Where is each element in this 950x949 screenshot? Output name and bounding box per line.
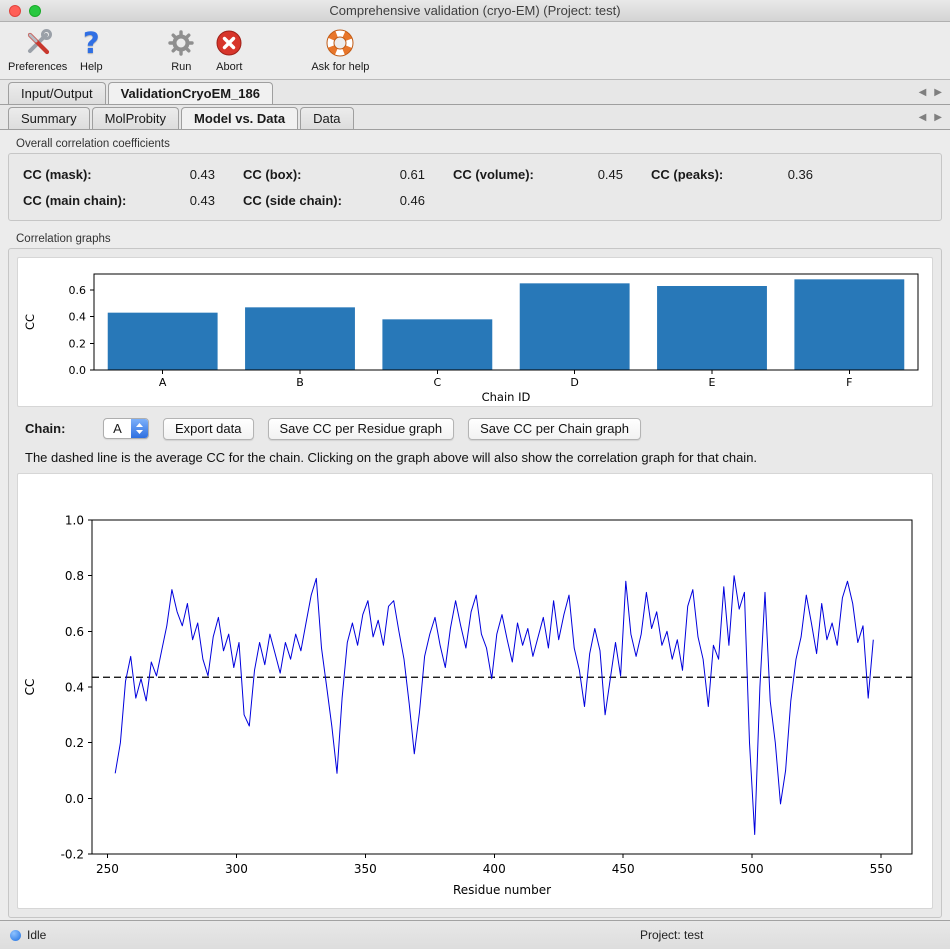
cc-per-residue-chart: 250 300 350 400 450 500 550 -0.2 0.0 0.2 0.4 0.6 0.8… [18, 474, 932, 908]
svg-text:0.6: 0.6 [65, 625, 84, 639]
tab-scroll-left-icon[interactable]: ◀ [919, 112, 927, 123]
cc-box-value: 0.61 [379, 167, 425, 182]
cc-side-chain-label: CC (side chain): [243, 193, 351, 208]
svg-text:550: 550 [870, 862, 893, 876]
chart-help-text: The dashed line is the average CC for th… [25, 450, 933, 465]
svg-text:F: F [846, 376, 852, 389]
svg-text:0.0: 0.0 [65, 792, 84, 806]
lifebuoy-icon [325, 26, 355, 60]
svg-text:CC: CC [23, 314, 37, 330]
svg-text:CC: CC [23, 679, 37, 696]
save-cc-per-chain-button[interactable]: Save CC per Chain graph [468, 418, 641, 440]
svg-text:0.8: 0.8 [65, 569, 84, 583]
traffic-lights [9, 5, 41, 17]
gear-icon [166, 26, 196, 60]
zoom-button[interactable] [29, 5, 41, 17]
toolbar-item-label: Preferences [8, 61, 67, 73]
cc-mask-label: CC (mask): [23, 167, 141, 182]
ask-for-help-button[interactable]: Ask for help [311, 26, 369, 73]
status-text: Idle [27, 928, 46, 942]
help-button[interactable]: ? Help [67, 26, 115, 73]
svg-text:0.6: 0.6 [69, 284, 87, 297]
overall-cc-section-label: Overall correlation coefficients [16, 138, 942, 150]
abort-icon [214, 26, 244, 60]
cc-per-chain-panel[interactable]: 0.0 0.2 0.4 0.6 A B C D E F Chain ID CC [17, 257, 933, 407]
main-content: Overall correlation coefficients CC (mas… [0, 130, 950, 920]
chain-label: Chain: [25, 421, 89, 436]
svg-text:-0.2: -0.2 [61, 848, 84, 862]
svg-text:0.4: 0.4 [65, 681, 84, 695]
svg-text:E: E [709, 376, 716, 389]
close-button[interactable] [9, 5, 21, 17]
tab-validationcryoem-186[interactable]: ValidationCryoEM_186 [108, 82, 273, 104]
tab-molprobity[interactable]: MolProbity [92, 107, 179, 129]
correlation-graphs-section-label: Correlation graphs [16, 233, 942, 245]
tab-scroll-left-icon[interactable]: ◀ [919, 87, 927, 98]
chain-controls-row: Chain: A Export data Save CC per Residue… [25, 417, 933, 440]
save-cc-per-residue-button[interactable]: Save CC per Residue graph [268, 418, 455, 440]
svg-text:0.2: 0.2 [65, 736, 84, 750]
svg-text:0.2: 0.2 [69, 337, 87, 350]
window-title: Comprehensive validation (cryo-EM) (Proj… [0, 0, 950, 21]
project-label: Project: test [640, 928, 703, 942]
svg-text:350: 350 [354, 862, 377, 876]
svg-text:C: C [433, 376, 441, 389]
svg-text:0.0: 0.0 [69, 364, 87, 377]
overall-cc-box: CC (mask): 0.43 CC (box): 0.61 CC (volum… [8, 153, 942, 221]
cc-per-residue-panel: 250 300 350 400 450 500 550 -0.2 0.0 0.2 0.4 0.6 0.8… [17, 473, 933, 909]
inner-tab-bar: Summary MolProbity Model vs. Data Data ◀… [0, 105, 950, 130]
cc-per-chain-chart[interactable]: 0.0 0.2 0.4 0.6 A B C D E F Chain ID CC [18, 258, 932, 406]
svg-text:400: 400 [483, 862, 506, 876]
cc-volume-label: CC (volume): [453, 167, 549, 182]
tab-data[interactable]: Data [300, 107, 353, 129]
svg-text:250: 250 [96, 862, 119, 876]
cc-peaks-value: 0.36 [767, 167, 813, 182]
cc-main-chain-value: 0.43 [169, 193, 215, 208]
abort-button[interactable]: Abort [205, 26, 253, 73]
title-bar: Comprehensive validation (cryo-EM) (Proj… [0, 0, 950, 22]
run-button[interactable]: Run [157, 26, 205, 73]
svg-text:D: D [570, 376, 578, 389]
tab-scroll-right-icon[interactable]: ▶ [934, 112, 942, 123]
status-bar: Idle Project: test [0, 920, 950, 949]
tab-model-vs-data[interactable]: Model vs. Data [181, 107, 298, 129]
tab-scroll-right-icon[interactable]: ▶ [934, 87, 942, 98]
toolbar: Preferences ? Help Run [0, 22, 950, 80]
svg-text:300: 300 [225, 862, 248, 876]
toolbar-item-label: Run [171, 61, 191, 73]
svg-text:0.4: 0.4 [69, 311, 87, 324]
toolbar-item-label: Abort [216, 61, 242, 73]
chevron-up-down-icon [131, 419, 148, 438]
svg-text:A: A [159, 376, 167, 389]
preferences-button[interactable]: Preferences [8, 26, 67, 73]
svg-text:Residue number: Residue number [453, 883, 551, 897]
overall-cc-grid: CC (mask): 0.43 CC (box): 0.61 CC (volum… [23, 167, 927, 208]
chain-select-value: A [104, 419, 131, 438]
cc-volume-value: 0.45 [577, 167, 623, 182]
cc-main-chain-label: CC (main chain): [23, 193, 141, 208]
chain-select[interactable]: A [103, 418, 149, 439]
tab-summary[interactable]: Summary [8, 107, 90, 129]
cc-side-chain-value: 0.46 [379, 193, 425, 208]
status-indicator-icon [10, 930, 21, 941]
svg-text:Chain ID: Chain ID [482, 390, 531, 404]
correlation-graphs-box: 0.0 0.2 0.4 0.6 A B C D E F Chain ID CC Chain: A Ex… [8, 248, 942, 918]
svg-text:1.0: 1.0 [65, 514, 84, 528]
tools-icon [22, 26, 54, 60]
toolbar-item-label: Help [80, 61, 103, 73]
svg-text:500: 500 [741, 862, 764, 876]
cc-box-label: CC (box): [243, 167, 351, 182]
svg-text:450: 450 [612, 862, 635, 876]
export-data-button[interactable]: Export data [163, 418, 254, 440]
outer-tab-bar: Input/Output ValidationCryoEM_186 ◀ ▶ [0, 80, 950, 105]
cc-mask-value: 0.43 [169, 167, 215, 182]
cc-peaks-label: CC (peaks): [651, 167, 739, 182]
question-icon: ? [83, 26, 100, 60]
svg-text:B: B [296, 376, 304, 389]
tab-input-output[interactable]: Input/Output [8, 82, 106, 104]
toolbar-item-label: Ask for help [311, 61, 369, 73]
app-window: Comprehensive validation (cryo-EM) (Proj… [0, 0, 950, 949]
